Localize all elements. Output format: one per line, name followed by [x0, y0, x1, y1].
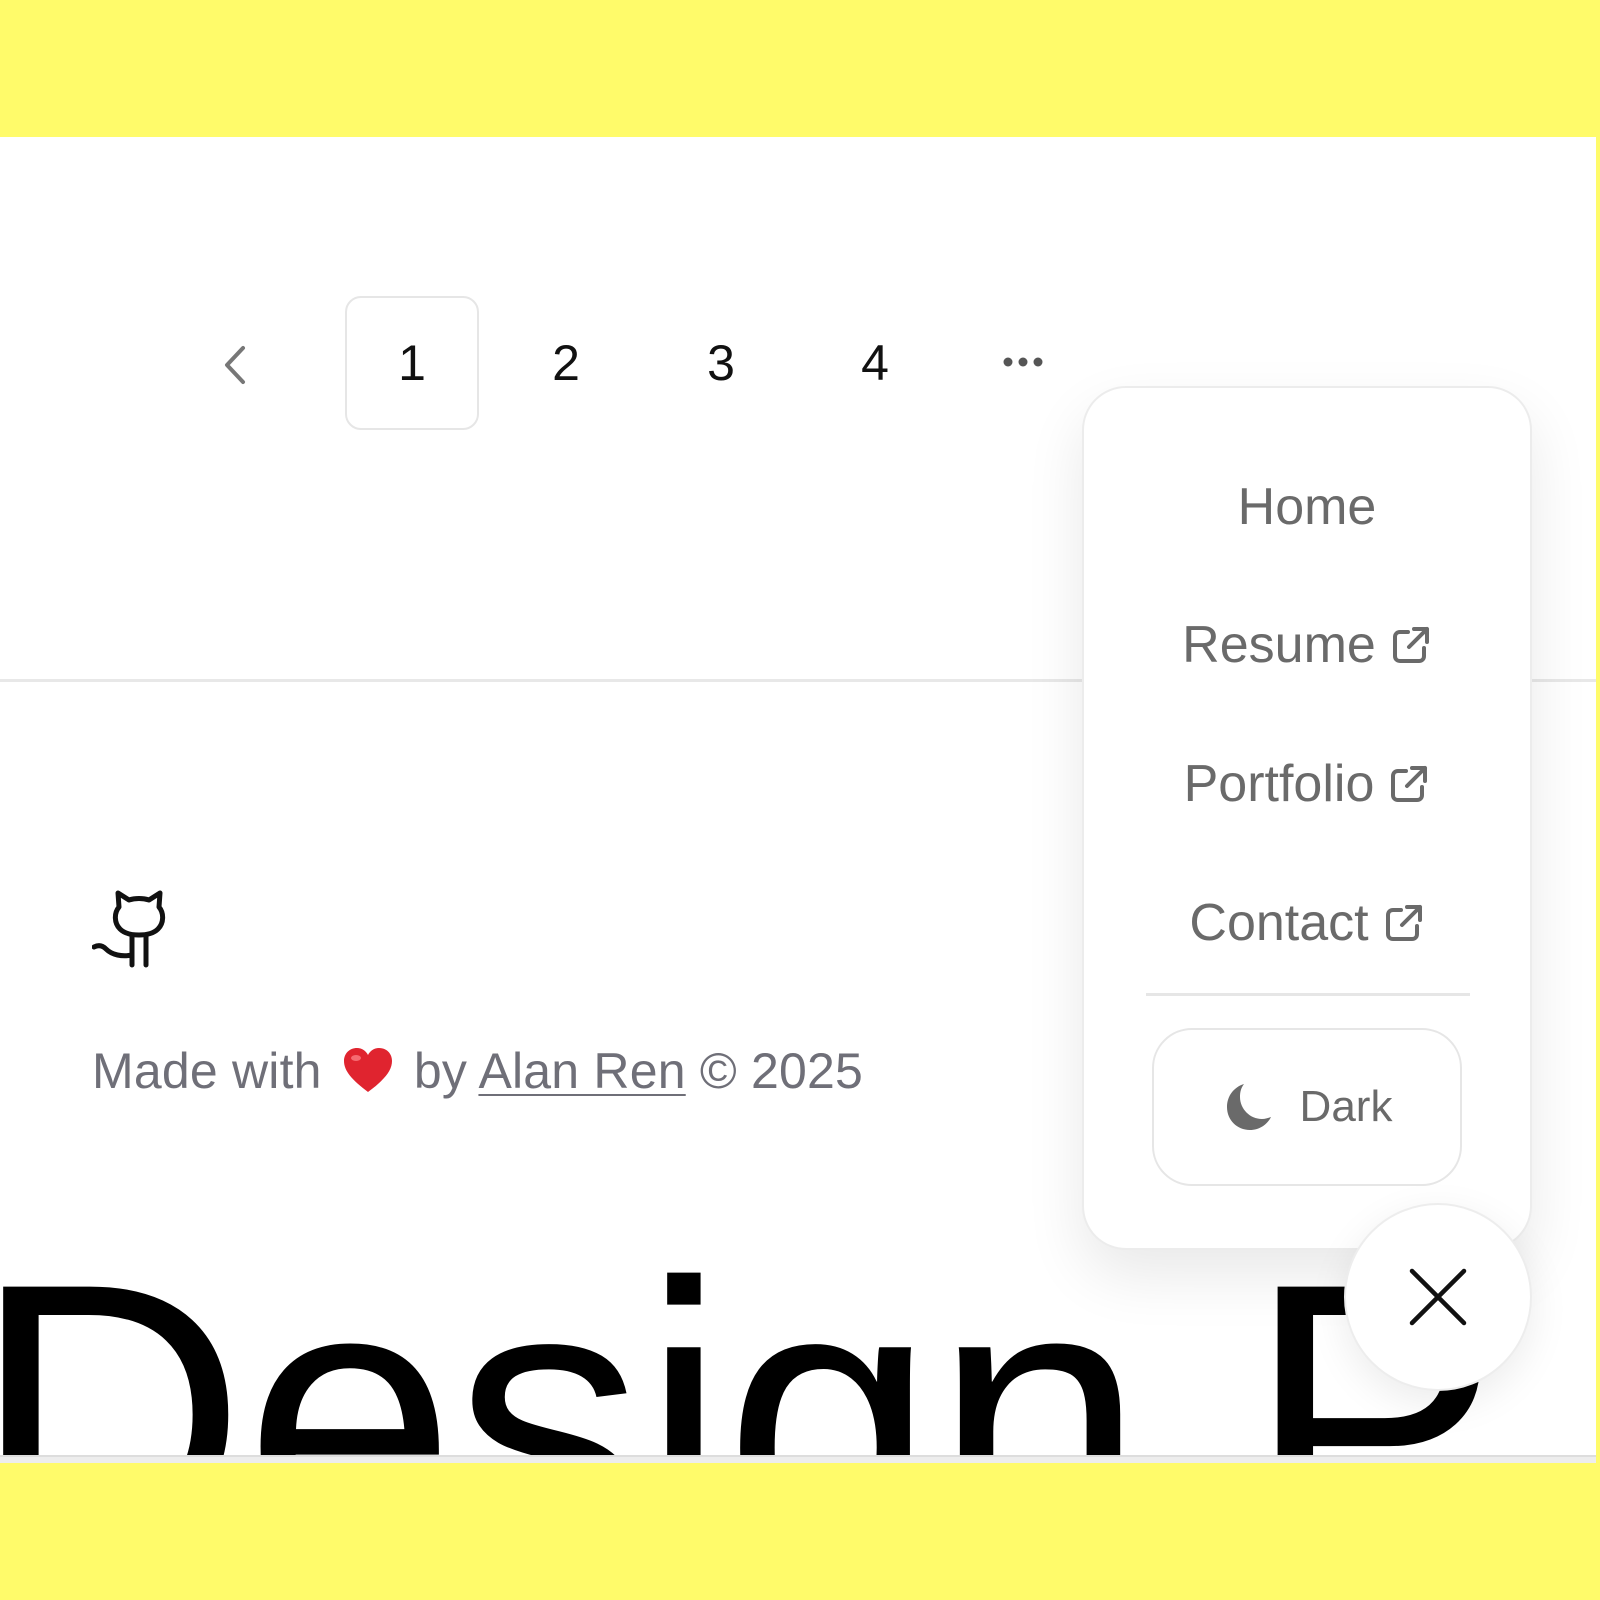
close-icon	[1409, 1268, 1467, 1326]
heart-icon	[343, 1048, 392, 1092]
menu-item-label: Contact	[1189, 894, 1369, 952]
close-menu-button[interactable]	[1344, 1203, 1532, 1391]
moon-icon	[1226, 1084, 1271, 1130]
menu-item-resume[interactable]: Resume	[1084, 605, 1530, 685]
chevron-left-icon[interactable]	[215, 340, 259, 390]
external-link-icon	[1391, 766, 1428, 802]
hero-heading: Design P	[0, 1204, 1500, 1464]
footer-by: by	[413, 1043, 468, 1099]
menu-item-home[interactable]: Home	[1084, 467, 1530, 547]
menu-item-label: Home	[1237, 478, 1377, 536]
menu-item-contact[interactable]: Contact	[1084, 883, 1530, 963]
page-viewport: 1 2 3 4 Made with by Alan Ren © 2025 Des…	[0, 137, 1596, 1463]
page-bottom-edge	[0, 1455, 1596, 1463]
author-link[interactable]: Alan Ren	[478, 1043, 685, 1099]
page-button-2[interactable]: 2	[499, 296, 633, 430]
footer-made-with: Made with	[92, 1043, 322, 1099]
menu-separator	[1146, 993, 1470, 996]
menu-item-label: Resume	[1182, 616, 1376, 674]
dark-mode-label: Dark	[1299, 1082, 1393, 1131]
pagination: 1 2 3 4	[0, 137, 1100, 437]
menu-item-label: Portfolio	[1183, 755, 1375, 813]
external-link-icon	[1385, 905, 1422, 941]
external-link-icon	[1392, 627, 1429, 663]
ellipsis-icon[interactable]	[996, 342, 1056, 392]
footer-credit: Made with by Alan Ren © 2025	[92, 1042, 863, 1100]
footer-copyright: © 2025	[699, 1043, 863, 1099]
menu-item-portfolio[interactable]: Portfolio	[1084, 744, 1530, 824]
page-button-3[interactable]: 3	[654, 296, 788, 430]
github-icon[interactable]	[92, 877, 186, 971]
page-button-1[interactable]: 1	[345, 296, 479, 430]
dark-mode-button[interactable]: Dark	[1152, 1028, 1462, 1186]
page-right-edge	[1596, 137, 1600, 1463]
nav-menu: Home Resume Portfolio Contact Dark	[1082, 386, 1532, 1250]
page-button-4[interactable]: 4	[808, 296, 942, 430]
